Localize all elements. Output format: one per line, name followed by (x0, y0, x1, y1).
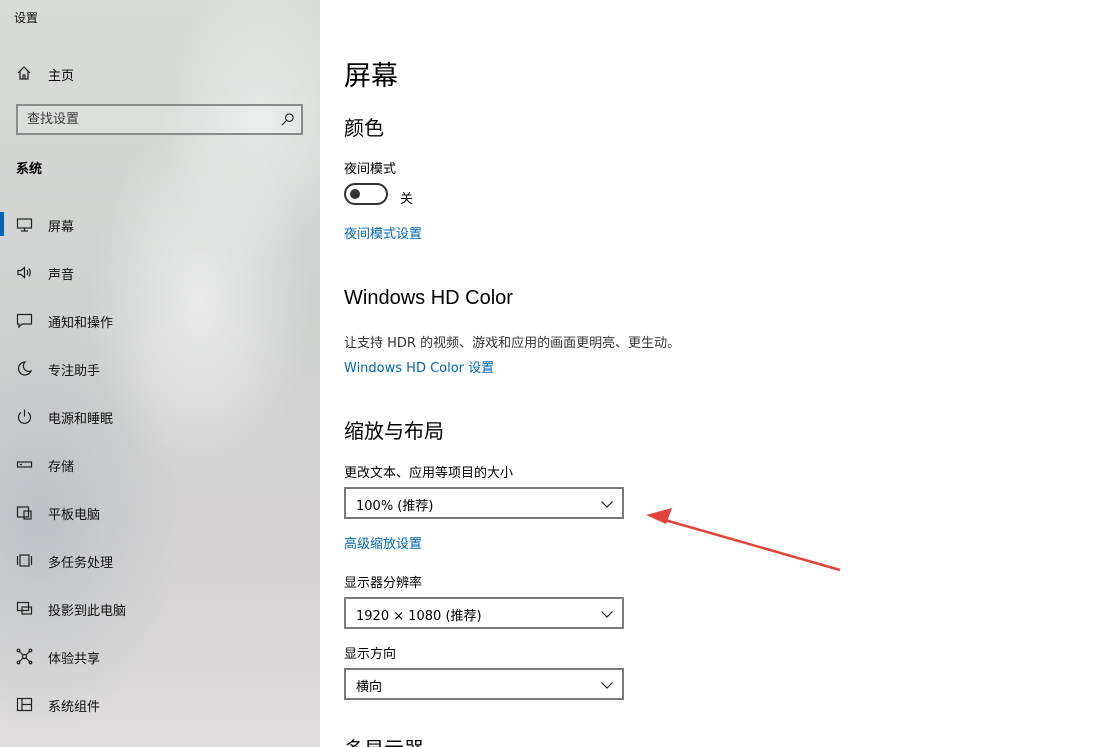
project-icon (16, 601, 33, 615)
night-mode-label: 夜间模式 (344, 162, 397, 177)
sidebar-item-power[interactable]: 电源和睡眠 (0, 392, 320, 440)
night-mode-toggle[interactable] (344, 183, 388, 205)
color-heading: 颜色 (344, 116, 384, 140)
sidebar-item-label: 存储 (48, 460, 75, 475)
night-mode-settings-link[interactable]: 夜间模式设置 (344, 223, 422, 242)
night-mode-state: 关 (400, 192, 414, 207)
orientation-label: 显示方向 (344, 647, 397, 662)
sidebar-item-label: 多任务处理 (48, 556, 114, 571)
multitask-icon (16, 554, 33, 567)
section-label: 系统 (16, 162, 43, 177)
moon-icon (17, 361, 33, 376)
sidebar-item-storage[interactable]: 存储 (0, 440, 320, 488)
page-title: 屏幕 (344, 61, 398, 92)
search-input[interactable] (18, 106, 301, 133)
chevron-down-icon (601, 611, 613, 618)
main-panel: 屏幕 颜色 夜间模式 关 夜间模式设置 Windows HD Color 让支持… (320, 0, 1094, 747)
sidebar-nav: 屏幕 声音 通知和操作 专注助手 电源和睡眠 存储 平板电脑 多任务处理 投影到… (0, 200, 320, 728)
multi-display-heading: 多显示器 (344, 733, 424, 747)
search-icon[interactable] (280, 112, 295, 127)
sidebar-item-label: 通知和操作 (48, 316, 114, 331)
arrow-head (646, 508, 672, 524)
hdr-description: 让支持 HDR 的视频、游戏和应用的画面更明亮、更生动。 (344, 336, 681, 351)
sidebar-item-label: 屏幕 (48, 220, 75, 235)
speaker-icon (17, 266, 31, 279)
dropdown-value: 横向 (356, 680, 383, 695)
monitor-icon (16, 218, 33, 232)
storage-icon (16, 461, 33, 468)
power-icon (17, 409, 32, 424)
resolution-label: 显示器分辨率 (344, 576, 423, 591)
sidebar-item-label: 投影到此电脑 (48, 604, 127, 619)
sidebar-item-label: 声音 (48, 268, 75, 283)
sidebar: 设置 主页 系统 屏幕 声音 通知和操作 (0, 0, 320, 747)
sidebar-item-label: 主页 (48, 69, 75, 84)
tablet-icon (16, 506, 32, 520)
scale-heading: 缩放与布局 (344, 419, 444, 443)
sidebar-item-home[interactable]: 主页 (0, 58, 320, 88)
toggle-knob (350, 189, 360, 199)
sidebar-item-multitasking[interactable]: 多任务处理 (0, 536, 320, 584)
notification-icon (16, 313, 33, 329)
sidebar-item-components[interactable]: 系统组件 (0, 680, 320, 728)
dropdown-value: 1920 × 1080 (推荐) (356, 609, 482, 624)
sidebar-item-focus-assist[interactable]: 专注助手 (0, 344, 320, 392)
share-icon (16, 648, 33, 665)
text-size-label: 更改文本、应用等项目的大小 (344, 466, 514, 481)
dropdown-value: 100% (推荐) (356, 499, 434, 514)
search-box[interactable] (16, 104, 303, 135)
sidebar-item-label: 电源和睡眠 (48, 412, 114, 427)
components-icon (16, 697, 33, 712)
text-size-dropdown[interactable]: 100% (推荐) (344, 487, 624, 519)
app-title: 设置 (14, 11, 39, 25)
sidebar-item-label: 系统组件 (48, 700, 101, 715)
arrow-shaft (664, 518, 841, 572)
sidebar-item-label: 专注助手 (48, 364, 101, 379)
orientation-dropdown[interactable]: 横向 (344, 668, 624, 700)
sidebar-item-display[interactable]: 屏幕 (0, 200, 320, 248)
sidebar-item-label: 体验共享 (48, 652, 101, 667)
resolution-dropdown[interactable]: 1920 × 1080 (推荐) (344, 597, 624, 629)
advanced-scaling-link[interactable]: 高级缩放设置 (344, 533, 422, 552)
chevron-down-icon (601, 501, 613, 508)
sidebar-item-sound[interactable]: 声音 (0, 248, 320, 296)
hdr-settings-link[interactable]: Windows HD Color 设置 (344, 357, 494, 376)
sidebar-item-tablet[interactable]: 平板电脑 (0, 488, 320, 536)
sidebar-item-notifications[interactable]: 通知和操作 (0, 296, 320, 344)
hdr-heading: Windows HD Color (344, 287, 513, 309)
home-icon (17, 66, 31, 80)
sidebar-item-shared[interactable]: 体验共享 (0, 632, 320, 680)
sidebar-item-project[interactable]: 投影到此电脑 (0, 584, 320, 632)
chevron-down-icon (601, 682, 613, 689)
sidebar-item-label: 平板电脑 (48, 508, 101, 523)
